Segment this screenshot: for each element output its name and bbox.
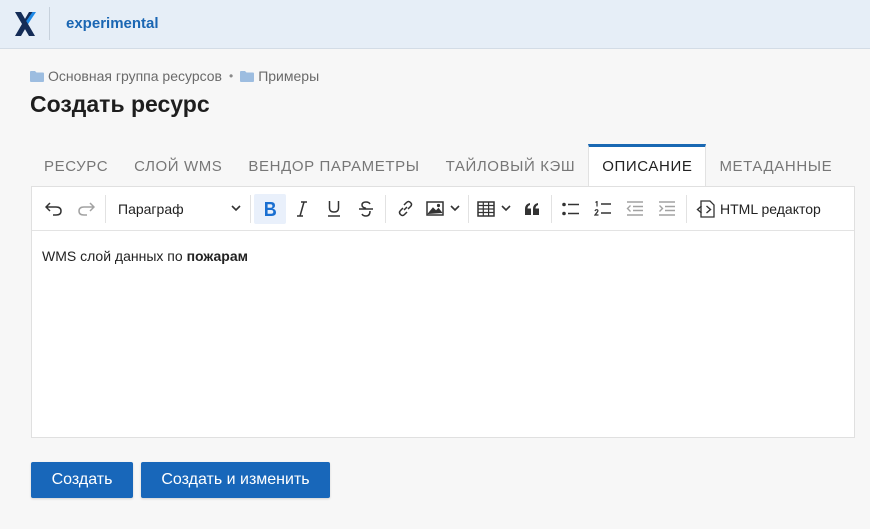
bold-icon [265,201,276,216]
bold-button[interactable] [254,193,286,224]
quote-icon [525,202,539,215]
rich-text-editor: Параграф HTML редактор WMS слой данных п… [31,186,855,438]
toolbar-divider [105,194,106,223]
redo-icon [78,201,95,216]
insert-table-dropdown[interactable] [472,194,516,224]
html-editor-button[interactable]: HTML редактор [690,194,827,224]
redo-button[interactable] [70,194,102,224]
strikethrough-button[interactable] [350,194,382,224]
strikethrough-icon [359,200,373,217]
breadcrumb-item-main-group[interactable]: Основная группа ресурсов [48,68,222,84]
italic-icon [297,200,307,217]
chevron-down-icon [450,205,460,212]
toolbar-divider [551,194,552,223]
indent-button[interactable] [651,194,683,224]
create-button[interactable]: Создать [31,462,133,498]
breadcrumb-item-examples[interactable]: Примеры [258,68,319,84]
tab-bar: РЕСУРС СЛОЙ WMS ВЕНДОР ПАРАМЕТРЫ ТАЙЛОВЫ… [31,144,845,186]
toolbar-divider [686,194,687,223]
editor-toolbar: Параграф HTML редактор [32,187,854,231]
insert-link-button[interactable] [389,194,421,224]
toolbar-divider [468,194,469,223]
app-name[interactable]: experimental [66,15,159,32]
undo-icon [45,201,62,216]
block-format-dropdown[interactable]: Параграф [109,194,247,224]
link-icon [398,200,412,217]
html-source-icon [696,199,715,218]
numbered-list-icon [594,200,611,216]
tab-resource[interactable]: РЕСУРС [31,144,121,186]
tab-tile-cache[interactable]: ТАЙЛОВЫЙ КЭШ [433,144,589,186]
bulleted-list-icon [562,202,579,215]
numbered-list-button[interactable] [587,194,619,224]
image-icon [426,201,444,216]
tab-vendor-params[interactable]: ВЕНДОР ПАРАМЕТРЫ [235,144,432,186]
editor-content-area[interactable]: WMS слой данных по пожарам [32,231,854,281]
indent-icon [659,201,675,216]
italic-button[interactable] [286,194,318,224]
breadcrumb: Основная группа ресурсов • Примеры [30,68,319,84]
editor-text-bold: пожарам [186,248,248,264]
chevron-down-icon [501,205,511,212]
create-and-edit-button[interactable]: Создать и изменить [141,462,330,498]
bulleted-list-button[interactable] [555,194,587,224]
table-icon [477,200,495,217]
underline-button[interactable] [318,194,350,224]
blockquote-button[interactable] [516,194,548,224]
underline-icon [328,201,340,217]
folder-icon [30,70,44,82]
folder-icon [240,70,255,82]
tab-wms-layer[interactable]: СЛОЙ WMS [121,144,235,186]
logo-divider [49,7,50,40]
html-editor-label: HTML редактор [720,200,821,217]
page-title: Создать ресурс [30,91,210,117]
toolbar-divider [250,194,251,223]
breadcrumb-separator: • [229,69,234,83]
insert-image-dropdown[interactable] [421,194,465,224]
tab-metadata[interactable]: МЕТАДАННЫЕ [706,144,845,186]
chevron-down-icon [231,205,241,212]
editor-text: WMS слой данных по [42,248,187,264]
undo-button[interactable] [38,194,70,224]
block-format-value: Параграф [118,200,184,217]
outdent-icon [626,201,643,216]
outdent-button[interactable] [619,194,651,224]
toolbar-divider [385,194,386,223]
top-bar: experimental [0,0,870,49]
x-logo-icon[interactable] [13,11,37,37]
tab-description[interactable]: ОПИСАНИЕ [588,144,707,186]
